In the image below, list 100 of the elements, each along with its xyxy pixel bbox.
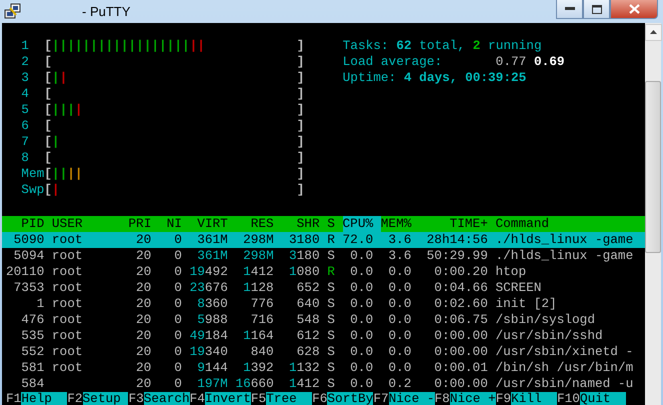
- meter-label: 3: [21, 70, 30, 86]
- meter-text: |: [52, 166, 60, 182]
- table-cell: R: [327, 264, 335, 280]
- table-cell-text: 5094: [12, 248, 44, 264]
- table-cell-text: 3.6: [387, 248, 412, 264]
- bracket: ]: [296, 86, 304, 102]
- table-cell: 19492: [190, 264, 228, 280]
- meter-text: |: [60, 70, 68, 86]
- table-cell-text: 584: [20, 376, 44, 392]
- table-cell-text: 0:00.00: [433, 344, 488, 360]
- close-button[interactable]: [610, 0, 658, 19]
- table-cell-text: 0:00.20: [433, 264, 488, 280]
- computer-icon: [4, 2, 22, 20]
- bracket: [: [44, 166, 52, 182]
- meter-text: |: [52, 70, 60, 86]
- table-cell: R: [327, 232, 335, 248]
- column-header[interactable]: PRI: [128, 216, 152, 232]
- table-cell-text: 0: [173, 264, 182, 280]
- table-cell-text: 20: [135, 296, 152, 312]
- status-line: Tasks: 62 total, 2 running: [342, 38, 543, 54]
- maximize-button[interactable]: [583, 0, 610, 19]
- table-cell-text: 552: [20, 344, 44, 360]
- bracket: ]: [296, 54, 304, 70]
- table-cell-text: 0:00.00: [433, 376, 488, 392]
- scrollbar-thumb[interactable]: [645, 81, 661, 253]
- table-cell-text: 1164: [242, 328, 274, 344]
- meter-text: |: [197, 38, 205, 54]
- table-cell-text: 0:00.01: [433, 360, 488, 376]
- meter-text: |: [52, 102, 60, 118]
- table-cell-text: 1: [36, 296, 44, 312]
- table-cell-text: root: [52, 232, 84, 248]
- table-cell-text: 0: [173, 376, 182, 392]
- process-row[interactable]: 7353 root 20 0 23676 1128 652 S 0.0 0.0 0:04.66 SCREEN: [2, 280, 645, 296]
- table-cell-text: 0: [173, 360, 182, 376]
- bracket: ]: [296, 70, 304, 86]
- column-header[interactable]: CPU%: [342, 216, 381, 232]
- bracket: ]: [296, 150, 304, 166]
- table-cell-text: 0.0: [349, 264, 374, 280]
- table-cell: S: [327, 248, 335, 264]
- status-line: Load average: 0.77 0.69: [342, 54, 565, 70]
- table-cell-text: 361M: [196, 248, 228, 264]
- table-cell: 19340: [190, 344, 228, 360]
- table-cell-text: 8360: [196, 296, 228, 312]
- process-row[interactable]: 5090 root 20 0 361M 298M 3180 R 72.0 3.6 28h14:56 ./hlds_linux -game: [2, 232, 645, 248]
- table-cell-text: 1128: [242, 280, 274, 296]
- column-header[interactable]: S: [327, 216, 335, 232]
- table-cell-text: 640: [296, 296, 320, 312]
- table-cell-text: 20: [135, 360, 152, 376]
- table-cell: S: [327, 312, 335, 328]
- table-cell-text: 776: [250, 296, 274, 312]
- meter-text: |: [74, 102, 83, 118]
- process-row[interactable]: 20110 root 20 0 19492 1412 1080 R 0.0 0.0 0:00.20 htop: [2, 264, 645, 280]
- column-header[interactable]: NI: [158, 216, 182, 232]
- table-cell-text: 20: [135, 280, 152, 296]
- table-cell-text: 20: [135, 264, 152, 280]
- column-header[interactable]: USER: [52, 216, 121, 232]
- table-cell-text: root: [52, 344, 84, 360]
- table-cell-text: 535: [20, 328, 44, 344]
- bracket: [: [44, 102, 52, 118]
- scrollbar[interactable]: [645, 23, 661, 405]
- table-cell: /usr/sbin/named -u: [496, 376, 634, 392]
- table-cell-text: 1080: [288, 264, 320, 280]
- meter-label: 4: [21, 86, 30, 102]
- table-cell-text: 20: [135, 232, 152, 248]
- table-cell-text: 3180: [288, 232, 320, 248]
- minimize-icon: [564, 7, 574, 11]
- process-row[interactable]: 1 root 20 0 8360 776 640 S 0.0 0.0 0:02.60 init [2]: [2, 296, 645, 312]
- column-header[interactable]: SHR: [281, 216, 320, 232]
- meter-label: 7: [21, 134, 30, 150]
- process-row[interactable]: 552 root 20 0 19340 840 628 S 0.0 0.0 0:00.00 /usr/sbin/xinetd -: [2, 344, 645, 360]
- column-header[interactable]: PID: [6, 216, 44, 232]
- column-header[interactable]: MEM%: [380, 216, 412, 232]
- table-cell-text: 20: [135, 376, 152, 392]
- bracket: [: [44, 54, 52, 70]
- process-row[interactable]: 584 20 0 197M 16660 1412 S 0.0 0.2 0:00.00 /usr/sbin/named -u: [2, 376, 645, 392]
- meter-label: 5: [21, 102, 30, 118]
- minimize-button[interactable]: [556, 0, 583, 19]
- table-cell: S: [327, 376, 335, 392]
- table-cell-text: 1412: [242, 264, 274, 280]
- table-cell-text: 1392: [242, 360, 274, 376]
- meter-text: |: [74, 166, 83, 182]
- table-cell: ./hlds_linux -game: [496, 232, 634, 248]
- table-cell-text: 0.0: [349, 328, 374, 344]
- table-cell-text: 5090: [12, 232, 44, 248]
- column-header[interactable]: Command: [496, 216, 550, 232]
- table-cell-text: 197M: [196, 376, 228, 392]
- column-header[interactable]: TIME+: [419, 216, 488, 232]
- table-cell-text: 0: [173, 344, 182, 360]
- bracket: ]: [296, 134, 304, 150]
- process-row[interactable]: 535 root 20 0 49184 1164 612 S 0.0 0.0 0:00.00 /usr/sbin/sshd: [2, 328, 645, 344]
- table-cell: 49184: [190, 328, 228, 344]
- column-header[interactable]: RES: [235, 216, 274, 232]
- column-header[interactable]: VIRT: [190, 216, 228, 232]
- process-row[interactable]: 5094 root 20 0 361M 298M 3180 S 0.0 3.6 50:29.99 ./hlds_linux -game: [2, 248, 645, 264]
- table-cell-text: 0.0: [349, 280, 374, 296]
- process-row[interactable]: 581 root 20 0 9144 1392 1132 S 0.0 0.0 0:00.01 /bin/sh /usr/bin/m: [2, 360, 645, 376]
- process-row[interactable]: 476 root 20 0 5988 716 548 S 0.0 0.0 0:06.75 /sbin/syslogd: [2, 312, 645, 328]
- meter-text: |: [52, 182, 60, 198]
- scroll-up-icon[interactable]: [644, 24, 662, 41]
- bracket: ]: [296, 182, 304, 198]
